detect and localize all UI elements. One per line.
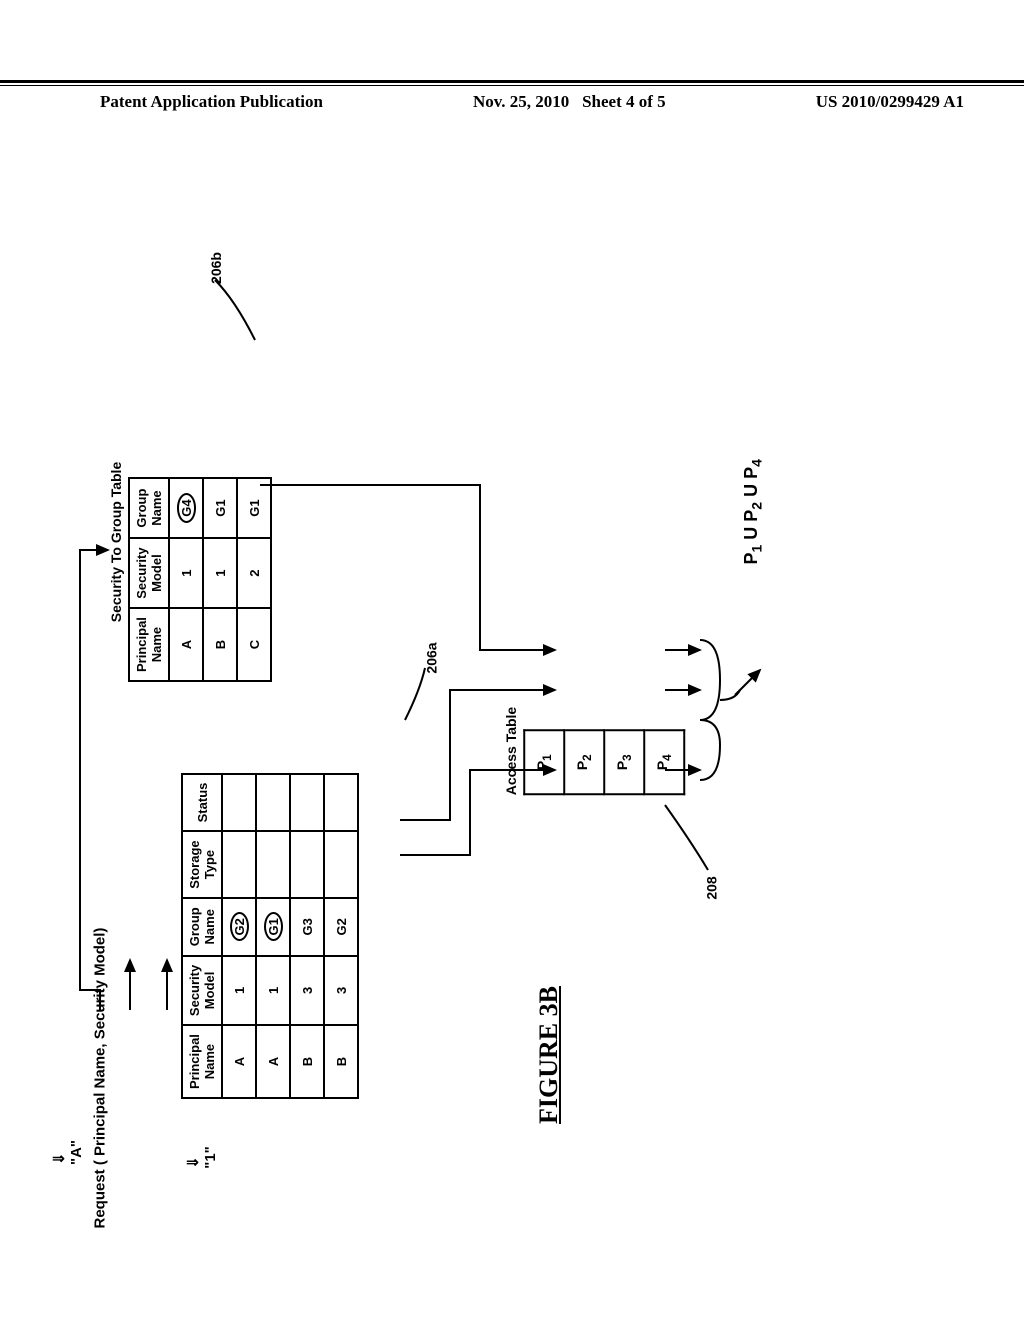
header-left: Patent Application Publication xyxy=(100,92,323,112)
header-center: Nov. 25, 2010 Sheet 4 of 5 xyxy=(473,92,666,112)
header-right: US 2010/0299429 A1 xyxy=(816,92,964,112)
connector-lines xyxy=(0,180,1024,1230)
diagram-area: Security To Group Table Principal Name S… xyxy=(0,180,1024,1230)
page-header: Patent Application Publication Nov. 25, … xyxy=(0,80,1024,112)
